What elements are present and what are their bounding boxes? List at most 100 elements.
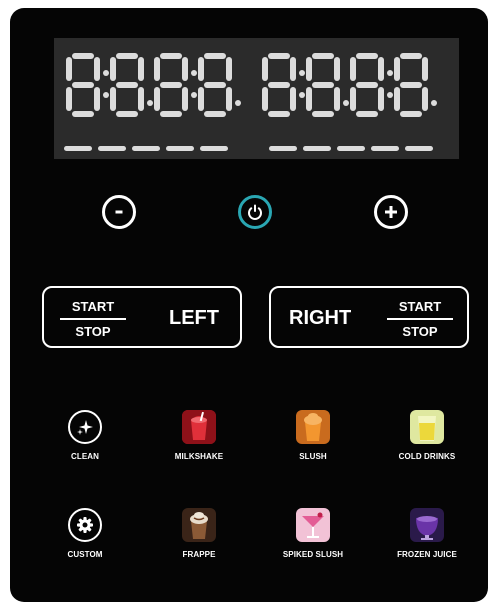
led-underline-dash bbox=[64, 146, 92, 151]
power-button[interactable] bbox=[238, 195, 272, 229]
minus-icon bbox=[115, 210, 123, 214]
led-segment bbox=[350, 87, 356, 111]
led-segment bbox=[204, 82, 226, 88]
led-segment bbox=[94, 57, 100, 81]
led-segment bbox=[66, 87, 72, 111]
led-underline-dash bbox=[337, 146, 365, 151]
led-segment bbox=[94, 87, 100, 111]
mode-label: FROZEN JUICE bbox=[397, 550, 457, 559]
mode-label: COLD DRINKS bbox=[398, 452, 456, 461]
led-digit bbox=[198, 53, 232, 117]
led-segment bbox=[160, 82, 182, 88]
led-segment bbox=[290, 87, 296, 111]
led-segment bbox=[262, 87, 268, 111]
led-digit bbox=[154, 53, 188, 117]
led-segment bbox=[378, 87, 384, 111]
led-segment bbox=[198, 57, 204, 81]
mode-label: CLEAN bbox=[70, 452, 100, 461]
led-separator-dot bbox=[235, 100, 241, 106]
led-segment bbox=[204, 53, 226, 59]
led-segment bbox=[334, 57, 340, 81]
led-segment bbox=[154, 87, 160, 111]
led-separator-dot bbox=[343, 100, 349, 106]
milkshake-icon bbox=[182, 410, 216, 444]
left-side-label: LEFT bbox=[169, 307, 219, 329]
led-separator-dot bbox=[147, 100, 153, 106]
led-segment bbox=[116, 111, 138, 117]
led-segment bbox=[356, 111, 378, 117]
led-segment bbox=[72, 82, 94, 88]
led-segment bbox=[138, 87, 144, 111]
led-segment bbox=[268, 82, 290, 88]
led-segment bbox=[400, 53, 422, 59]
led-segment bbox=[394, 57, 400, 81]
led-segment bbox=[226, 87, 232, 111]
led-segment bbox=[66, 57, 72, 81]
led-separator-dot bbox=[103, 92, 109, 98]
plus-button[interactable] bbox=[374, 195, 408, 229]
left-divider bbox=[60, 318, 126, 320]
led-segment bbox=[268, 53, 290, 59]
cocktail-icon bbox=[296, 508, 330, 542]
right-stop-label: STOP bbox=[402, 324, 438, 339]
mode-label: MILKSHAKE bbox=[174, 452, 224, 461]
led-segment bbox=[226, 57, 232, 81]
led-segment bbox=[378, 57, 384, 81]
right-side-label: RIGHT bbox=[289, 307, 352, 329]
mode-label: CUSTOM bbox=[67, 550, 103, 559]
sparkle-icon bbox=[68, 410, 102, 444]
led-segment bbox=[350, 57, 356, 81]
left-start-stop-button[interactable]: START STOP LEFT bbox=[42, 286, 242, 348]
led-segment bbox=[422, 87, 428, 111]
led-digit bbox=[262, 53, 296, 117]
led-underline-dash bbox=[166, 146, 194, 151]
led-underline-dash bbox=[405, 146, 433, 151]
led-segment bbox=[160, 53, 182, 59]
led-segment bbox=[116, 82, 138, 88]
led-separator-dot bbox=[387, 70, 393, 76]
led-underline-dash bbox=[371, 146, 399, 151]
led-segment bbox=[312, 111, 334, 117]
control-panel: START STOP LEFT RIGHT START STOP CLEAN M… bbox=[10, 8, 488, 602]
cold-drink-icon bbox=[410, 410, 444, 444]
led-separator-dot bbox=[387, 92, 393, 98]
left-start-label: START bbox=[71, 299, 115, 314]
gear-icon bbox=[68, 508, 102, 542]
led-display bbox=[54, 38, 459, 159]
mode-label: SLUSH bbox=[299, 452, 327, 461]
led-segment bbox=[312, 53, 334, 59]
frappe-icon bbox=[182, 508, 216, 542]
mode-label: SPIKED SLUSH bbox=[282, 550, 344, 559]
led-segment bbox=[262, 57, 268, 81]
led-separator-dot bbox=[299, 92, 305, 98]
right-start-label: START bbox=[398, 299, 442, 314]
led-segment bbox=[334, 87, 340, 111]
led-segment bbox=[400, 82, 422, 88]
right-start-stop-button[interactable]: RIGHT START STOP bbox=[269, 286, 469, 348]
led-segment bbox=[72, 53, 94, 59]
led-separator-dot bbox=[191, 70, 197, 76]
led-digit bbox=[306, 53, 340, 117]
led-segment bbox=[290, 57, 296, 81]
mode-label: FRAPPE bbox=[182, 550, 216, 559]
led-segment bbox=[312, 82, 334, 88]
led-segment bbox=[394, 87, 400, 111]
led-segment bbox=[356, 82, 378, 88]
led-segment bbox=[204, 111, 226, 117]
led-segment bbox=[356, 53, 378, 59]
led-segment bbox=[110, 57, 116, 81]
led-segment bbox=[154, 57, 160, 81]
led-underline-dash bbox=[303, 146, 331, 151]
frozen-juice-icon bbox=[410, 508, 444, 542]
led-segment bbox=[306, 87, 312, 111]
slush-icon bbox=[296, 410, 330, 444]
led-underline-dash bbox=[200, 146, 228, 151]
power-icon bbox=[248, 204, 262, 220]
led-underline-dash bbox=[269, 146, 297, 151]
led-segment bbox=[138, 57, 144, 81]
left-stop-label: STOP bbox=[75, 324, 111, 339]
minus-button[interactable] bbox=[102, 195, 136, 229]
led-segment bbox=[72, 111, 94, 117]
led-segment bbox=[110, 87, 116, 111]
led-digit bbox=[66, 53, 100, 117]
